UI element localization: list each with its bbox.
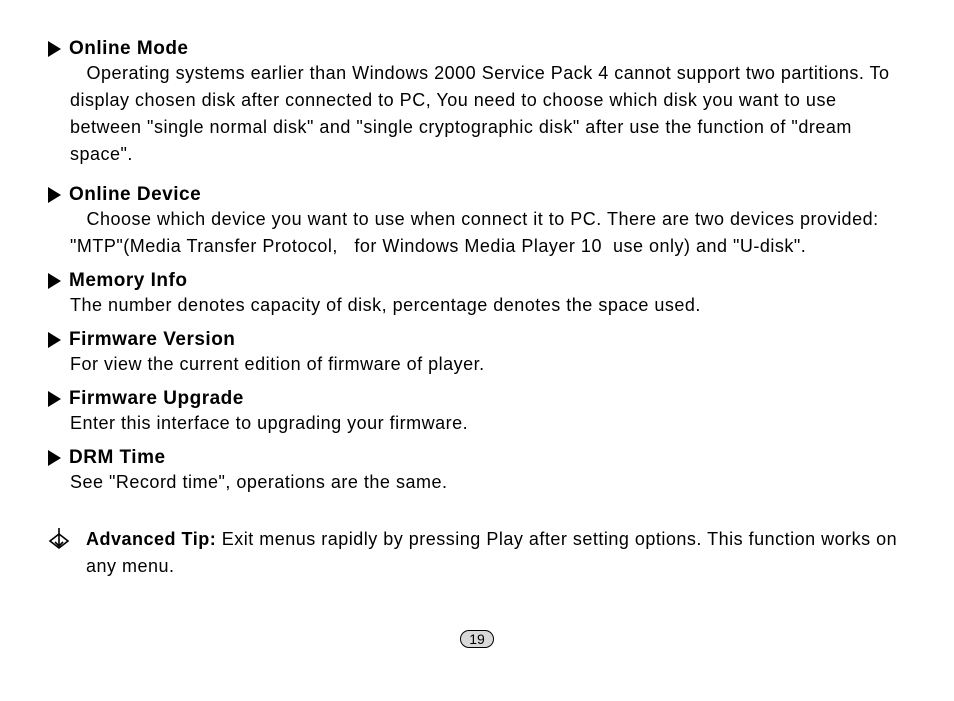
heading-drm-time: DRM Time — [48, 447, 906, 469]
tip-label: Advanced Tip: — [86, 529, 216, 549]
body-memory-info: The number denotes capacity of disk, per… — [48, 292, 906, 319]
heading-text: Online Mode — [69, 38, 189, 60]
triangle-right-icon — [48, 187, 61, 203]
page-number: 19 — [0, 630, 954, 649]
section-memory-info: Memory Info The number denotes capacity … — [48, 270, 906, 319]
body-firmware-version: For view the current edition of firmware… — [48, 351, 906, 378]
heading-firmware-upgrade: Firmware Upgrade — [48, 388, 906, 410]
triangle-right-icon — [48, 391, 61, 407]
heading-firmware-version: Firmware Version — [48, 329, 906, 351]
triangle-right-icon — [48, 41, 61, 57]
heading-online-mode: Online Mode — [48, 38, 906, 60]
page-number-value: 19 — [460, 630, 494, 648]
heading-text: Firmware Upgrade — [69, 388, 244, 410]
section-online-mode: Online Mode Operating systems earlier th… — [48, 38, 906, 168]
section-firmware-version: Firmware Version For view the current ed… — [48, 329, 906, 378]
body-firmware-upgrade: Enter this interface to upgrading your f… — [48, 410, 906, 437]
body-online-device: Choose which device you want to use when… — [48, 206, 906, 260]
heading-memory-info: Memory Info — [48, 270, 906, 292]
triangle-right-icon — [48, 273, 61, 289]
tip-text: Advanced Tip: Exit menus rapidly by pres… — [86, 526, 906, 580]
heading-online-device: Online Device — [48, 184, 906, 206]
manual-page: Online Mode Operating systems earlier th… — [0, 0, 954, 701]
advanced-tip: Advanced Tip: Exit menus rapidly by pres… — [48, 526, 906, 580]
section-online-device: Online Device Choose which device you wa… — [48, 184, 906, 260]
heading-text: DRM Time — [69, 447, 166, 469]
heading-text: Online Device — [69, 184, 201, 206]
triangle-right-icon — [48, 332, 61, 348]
body-drm-time: See "Record time", operations are the sa… — [48, 469, 906, 496]
triangle-right-icon — [48, 450, 61, 466]
heading-text: Memory Info — [69, 270, 187, 292]
body-online-mode: Operating systems earlier than Windows 2… — [48, 60, 906, 168]
heading-text: Firmware Version — [69, 329, 235, 351]
diamond-arrow-icon — [48, 528, 70, 559]
section-drm-time: DRM Time See "Record time", operations a… — [48, 447, 906, 496]
section-firmware-upgrade: Firmware Upgrade Enter this interface to… — [48, 388, 906, 437]
